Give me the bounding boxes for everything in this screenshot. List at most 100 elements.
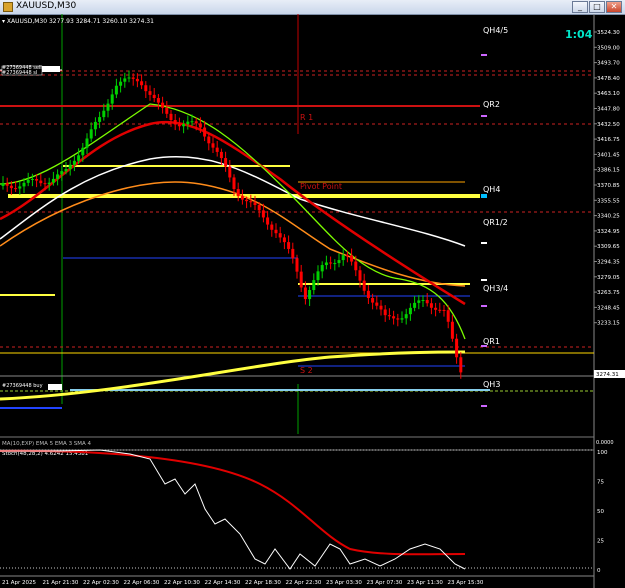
- candle-body: [148, 91, 152, 95]
- candle-body: [102, 110, 106, 118]
- candle-body: [156, 98, 160, 103]
- s2-label: S 2: [300, 366, 313, 375]
- candle-body: [60, 171, 64, 175]
- pivot-point-label: Pivot Point: [300, 182, 342, 191]
- price-tick-label: 3248.45: [597, 305, 620, 311]
- candle-body: [68, 164, 72, 170]
- close-button[interactable]: ✕: [606, 1, 622, 13]
- candle-body: [425, 300, 429, 304]
- candle-body: [459, 357, 463, 373]
- price-tick-label: 3493.70: [597, 61, 620, 67]
- candle-timer: 1:04: [565, 28, 593, 41]
- time-tick-label: 22 Apr 10:30: [164, 580, 200, 586]
- candle-body: [375, 302, 379, 306]
- price-chart[interactable]: #27369448 sell #27369448 sl #27369448 bu…: [0, 14, 625, 588]
- candle-body: [408, 307, 412, 315]
- chart-info-text: ▾ XAUUSD,M30 3277.93 3284.71 3260.10 327…: [2, 18, 154, 25]
- candle-body: [169, 113, 173, 120]
- candle-body: [165, 107, 169, 114]
- candle-body: [291, 248, 295, 259]
- candle-body: [224, 158, 228, 167]
- candle-body: [299, 271, 303, 288]
- candle-body: [400, 318, 404, 320]
- price-tick-label: 3386.15: [597, 168, 620, 174]
- candle-body: [182, 124, 186, 127]
- candle-body: [123, 78, 127, 82]
- candle-body: [337, 260, 341, 264]
- level-qr12: QR1/2: [483, 218, 508, 227]
- candle-body: [14, 188, 18, 190]
- price-tick-label: 3432.50: [597, 122, 620, 128]
- candle-body: [236, 189, 240, 197]
- current-price-label: 3274.31: [596, 372, 619, 378]
- candle-body: [177, 124, 181, 127]
- candle-body: [152, 94, 156, 99]
- candle-body: [366, 290, 370, 299]
- stoch-main-line: [0, 449, 466, 570]
- candle-body: [333, 263, 337, 265]
- chart-window-icon: [3, 2, 13, 12]
- stoch-tick-label: 75: [597, 480, 604, 486]
- time-tick-label: 23 Apr 03:30: [326, 580, 362, 586]
- candle-body: [270, 224, 274, 230]
- red-ma-line: [0, 120, 466, 306]
- level-qh4: QH4: [483, 185, 500, 194]
- price-tick-label: 3463.10: [597, 91, 620, 97]
- candle-body: [329, 262, 333, 264]
- candle-body: [144, 85, 148, 92]
- stoch-tick-label: 100: [597, 450, 608, 456]
- candle-body: [77, 155, 81, 161]
- price-tick-label: 3447.80: [597, 107, 620, 113]
- green-ma-line: [0, 103, 466, 340]
- time-tick-label: 23 Apr 11:30: [407, 580, 443, 586]
- time-tick-label: 22 Apr 06:30: [124, 580, 160, 586]
- candle-body: [249, 201, 253, 203]
- candle-body: [312, 280, 316, 291]
- price-tick-label: 3340.25: [597, 214, 620, 220]
- time-tick-label: 23 Apr 07:30: [367, 580, 403, 586]
- candle-body: [135, 78, 139, 82]
- candle-body: [442, 309, 446, 311]
- candle-body: [26, 179, 30, 183]
- candle-body: [379, 305, 383, 310]
- candle-body: [413, 302, 417, 308]
- candle-body: [127, 77, 131, 79]
- price-tick-label: 3279.05: [597, 275, 620, 281]
- candle-body: [43, 183, 47, 185]
- candle-body: [22, 182, 26, 187]
- price-tick-label: 3370.85: [597, 183, 620, 189]
- candle-body: [429, 303, 433, 308]
- time-tick-label: 22 Apr 22:30: [286, 580, 322, 586]
- candle-body: [98, 117, 102, 122]
- candle-body: [81, 147, 85, 156]
- price-axis: 3524.30 3509.00 3493.70 3478.40 3463.10 3447.…: [594, 30, 620, 327]
- candle-body: [350, 255, 354, 262]
- candle-body: [295, 258, 299, 272]
- candle-body: [47, 182, 51, 185]
- candle-body: [232, 177, 236, 190]
- candle-body: [35, 178, 39, 181]
- indicator-label: MA(10,EXP) EMA 5 EMA 3 SMA 4: [2, 441, 92, 447]
- candle-body: [56, 174, 60, 179]
- price-tick-label: 3524.30: [597, 30, 620, 36]
- candle-body: [446, 310, 450, 322]
- minimize-button[interactable]: _: [572, 1, 588, 13]
- candle-body: [207, 136, 211, 144]
- price-tick-label: 3263.75: [597, 290, 620, 296]
- candle-body: [274, 229, 278, 234]
- candle-body: [303, 287, 307, 300]
- r1-label: R 1: [300, 113, 313, 122]
- candle-body: [404, 314, 408, 319]
- candle-body: [387, 315, 391, 317]
- candle-body: [89, 129, 93, 139]
- level-qr1: QR1: [483, 337, 500, 346]
- indicator-value: 0.0000: [596, 440, 614, 446]
- candle-body: [450, 321, 454, 339]
- window-title: XAUUSD,M30: [16, 1, 77, 11]
- order-label-buy: #27369448 buy: [2, 383, 43, 389]
- stoch-signal-line: [0, 449, 466, 556]
- maximize-button[interactable]: □: [589, 1, 605, 13]
- stoch-tick-label: 50: [597, 509, 604, 515]
- candle-body: [287, 242, 291, 249]
- time-tick-label: 22 Apr 18:30: [245, 580, 281, 586]
